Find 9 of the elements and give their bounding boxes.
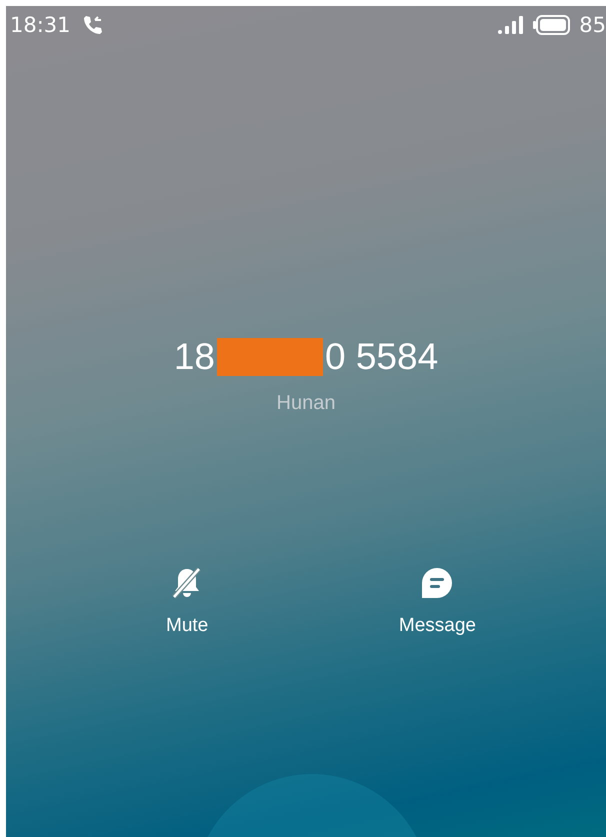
phone-number: 0 5584 [324, 336, 438, 378]
caller-location: Hunan [276, 392, 336, 415]
status-time: 18:31 [10, 13, 71, 37]
mute-button[interactable]: Mute [166, 565, 208, 637]
battery-icon [533, 14, 572, 36]
signal-icon [497, 15, 526, 35]
battery-percent: 85 [579, 13, 606, 37]
phone-number: 18 [174, 336, 215, 378]
message-button[interactable]: Message [398, 565, 476, 637]
